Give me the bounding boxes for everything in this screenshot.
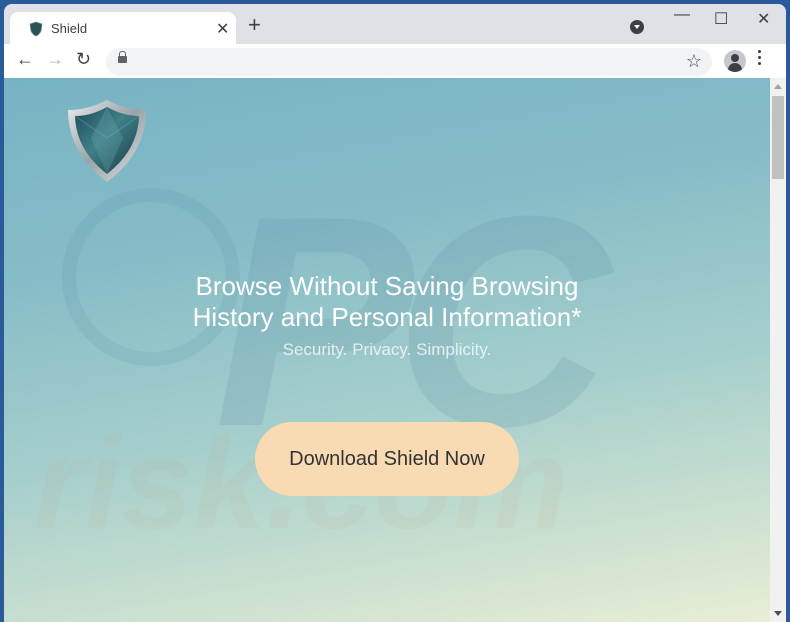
kebab-menu-icon[interactable] bbox=[758, 50, 762, 68]
close-window-button[interactable]: ✕ bbox=[757, 9, 770, 29]
tab-search-icon[interactable] bbox=[630, 20, 644, 34]
profile-avatar-icon[interactable] bbox=[724, 50, 746, 72]
tab-close-icon[interactable]: ✕ bbox=[216, 19, 229, 39]
back-button[interactable]: ← bbox=[16, 49, 34, 70]
headline-line-1: Browse Without Saving Browsing bbox=[195, 271, 579, 301]
tab-title: Shield bbox=[51, 21, 88, 36]
download-button[interactable]: Download Shield Now bbox=[255, 422, 519, 496]
scroll-down-arrow-icon[interactable] bbox=[774, 611, 782, 616]
forward-button[interactable]: → bbox=[46, 49, 64, 70]
scrollbar-thumb[interactable] bbox=[772, 96, 784, 179]
new-tab-button[interactable]: + bbox=[248, 14, 261, 36]
scroll-up-arrow-icon[interactable] bbox=[774, 84, 782, 89]
address-bar[interactable]: ☆ bbox=[106, 48, 712, 76]
tagline: Security. Privacy. Simplicity. bbox=[282, 340, 492, 359]
tab-shield[interactable]: Shield ✕ bbox=[10, 12, 236, 46]
shield-logo-icon bbox=[68, 100, 146, 182]
page-content: PC risk.com Browse Without Saving Browsi… bbox=[4, 78, 770, 622]
lock-icon[interactable] bbox=[118, 51, 127, 63]
reload-button[interactable]: ↻ bbox=[76, 49, 91, 70]
tab-strip: Shield ✕ + — ☐ ✕ bbox=[4, 4, 786, 46]
toolbar: ← → ↻ ☆ bbox=[4, 44, 786, 78]
bookmark-star-icon[interactable]: ☆ bbox=[686, 51, 702, 72]
maximize-button[interactable]: ☐ bbox=[714, 9, 728, 29]
headline: Browse Without Saving Browsing History a… bbox=[4, 271, 770, 333]
vertical-scrollbar[interactable] bbox=[770, 78, 786, 622]
shield-icon bbox=[29, 21, 43, 37]
minimize-button[interactable]: — bbox=[674, 6, 690, 24]
headline-line-2: History and Personal Information* bbox=[192, 302, 582, 332]
browser-window: Shield ✕ + — ☐ ✕ ← → ↻ ☆ PC risk.com bbox=[4, 4, 786, 622]
